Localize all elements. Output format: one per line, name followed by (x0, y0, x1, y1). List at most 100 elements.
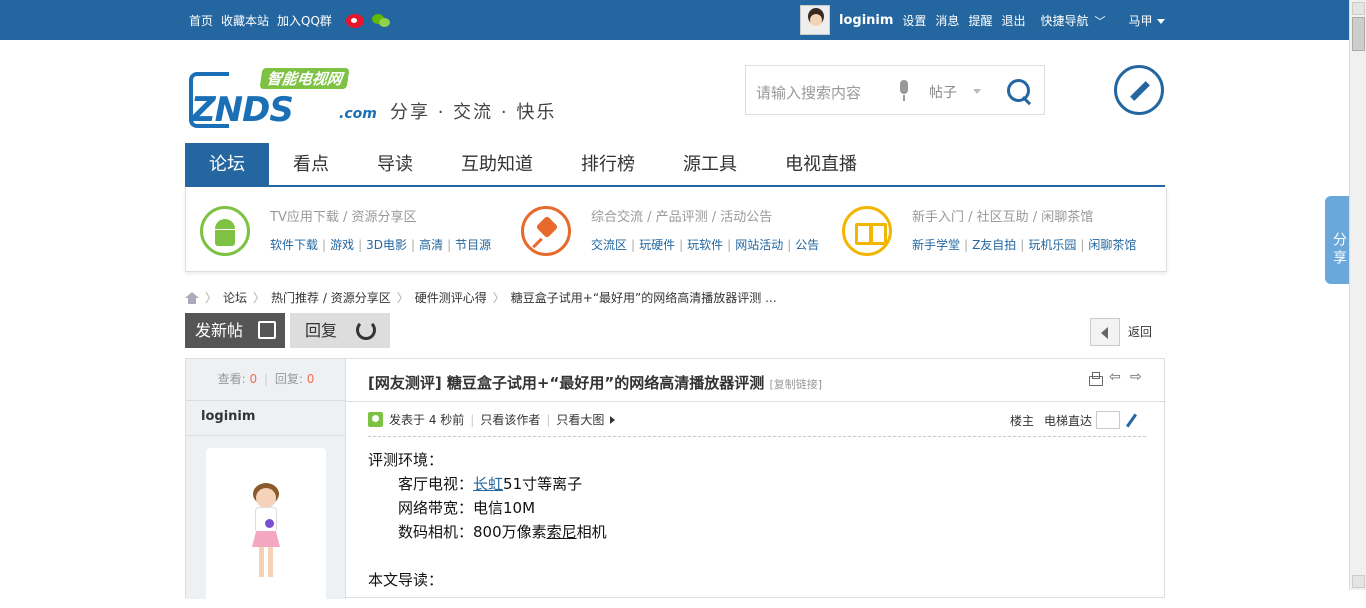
divider (346, 401, 1166, 402)
nav-qa[interactable]: 互助知道 (437, 143, 557, 187)
subnav-link[interactable]: 网站活动 (735, 238, 783, 252)
nav-guide[interactable]: 导读 (353, 143, 437, 187)
join-qq-link[interactable]: 加入QQ群 (277, 12, 332, 29)
only-author-link[interactable]: 只看该作者 (480, 411, 540, 428)
replies-label: 回复: (274, 372, 303, 386)
logo-com: .com (339, 106, 377, 122)
big-image-link[interactable]: 只看大图 (556, 411, 604, 428)
subnav-link[interactable]: 闲聊茶馆 (1088, 238, 1136, 252)
post-title: [网友测评] 糖豆盒子试用+“最好用”的网络高清播放器评测 [复制链接] (368, 372, 822, 393)
subnav-link[interactable]: 高清 (419, 238, 443, 252)
changhong-link[interactable]: 长虹 (473, 475, 503, 493)
caret-down-icon (973, 89, 981, 94)
post-container: 查看: 0 | 回复: 0 loginim [网友测评] 糖豆盒子试用+“最好用… (185, 358, 1166, 608)
vertical-scrollbar[interactable] (1349, 0, 1366, 590)
nav-ranking[interactable]: 排行榜 (557, 143, 659, 187)
subnav-link[interactable]: 游戏 (330, 238, 354, 252)
previous-thread-icon[interactable] (1109, 369, 1123, 386)
alt-account-menu[interactable]: 马甲 (1128, 12, 1165, 29)
compose-pen-icon[interactable] (1114, 65, 1164, 115)
weibo-icon[interactable] (345, 13, 364, 28)
subnav-link[interactable]: 软件下载 (270, 238, 318, 252)
logout-link[interactable]: 退出 (1001, 12, 1025, 29)
subnav-title[interactable]: TV应用下载 / 资源分享区 (270, 206, 416, 225)
jump-icon[interactable] (1124, 413, 1138, 427)
back-link[interactable]: 返回 (1128, 323, 1152, 340)
site-logo[interactable]: 智能电视网 ZNDS .com (189, 50, 389, 130)
settings-link[interactable]: 设置 (902, 12, 926, 29)
search-type-select[interactable]: 帖子 (929, 82, 957, 102)
search-input[interactable]: 请输入搜索内容 (756, 82, 861, 103)
next-thread-icon[interactable] (1130, 369, 1144, 386)
search-icon[interactable] (1005, 77, 1035, 107)
quick-nav-menu[interactable]: 快捷导航 ﹀ (1040, 12, 1105, 29)
chevron-down-icon: ﹀ (1094, 14, 1106, 28)
replies-count: 0 (306, 372, 315, 386)
breadcrumb-item[interactable]: 硬件测评心得 (415, 289, 487, 306)
scroll-down-button[interactable] (1352, 575, 1365, 588)
floor-jump-input[interactable] (1096, 411, 1121, 429)
messages-link[interactable]: 消息 (935, 12, 959, 29)
subnav-title[interactable]: 综合交流 / 产品评测 / 活动公告 (591, 206, 772, 225)
logo-tag: 智能电视网 (259, 68, 350, 89)
alt-account-label: 马甲 (1128, 13, 1153, 28)
sony-link[interactable]: 索尼 (547, 523, 577, 541)
divider (186, 435, 346, 436)
subnav-link[interactable]: 公告 (795, 238, 819, 252)
nav-highlights[interactable]: 看点 (269, 143, 353, 187)
new-post-button[interactable]: 发新帖 (185, 313, 285, 348)
avatar-figure (251, 483, 281, 593)
play-triangle-icon (610, 415, 616, 424)
sub-nav-panel: TV应用下载 / 资源分享区 软件下载 | 游戏 | 3D电影 | 高清 | 节目源 综合交流 … (185, 188, 1167, 272)
new-post-label: 发新帖 (195, 321, 244, 340)
book-icon[interactable] (842, 206, 892, 256)
search-box: 请输入搜索内容 帖子 (745, 65, 1045, 115)
home-icon[interactable] (185, 291, 199, 304)
wechat-icon[interactable] (371, 13, 390, 28)
subnav-link[interactable]: 交流区 (591, 238, 627, 252)
edit-icon (258, 321, 276, 339)
content-line-tv: 客厅电视：长虹51寸等离子 (398, 475, 583, 493)
back-arrow-icon[interactable] (1090, 318, 1120, 346)
chevron-right-icon: 〉 (205, 291, 218, 305)
subnav-link[interactable]: 玩硬件 (639, 238, 675, 252)
notifications-link[interactable]: 提醒 (968, 12, 992, 29)
site-slogan: 分享 · 交流 · 快乐 (390, 102, 557, 123)
share-tab[interactable]: 分享 (1325, 196, 1349, 284)
subnav-title[interactable]: 新手入门 / 社区互助 / 闲聊茶馆 (912, 206, 1093, 225)
logo-text: ZNDS (191, 90, 294, 130)
breadcrumb-item[interactable]: 论坛 (223, 289, 247, 306)
author-name[interactable]: loginim (201, 409, 255, 424)
microphone-icon[interactable] (898, 80, 910, 102)
author-avatar[interactable] (206, 448, 326, 608)
content-line: 网络带宽：电信10M (398, 499, 536, 517)
nav-live-tv[interactable]: 电视直播 (761, 143, 881, 187)
chevron-right-icon: 〉 (492, 291, 505, 305)
copy-link-button[interactable]: [复制链接] (769, 378, 822, 391)
subnav-links: 软件下载 | 游戏 | 3D电影 | 高清 | 节目源 (270, 238, 492, 252)
print-icon[interactable] (1088, 372, 1103, 386)
views-label: 查看: (217, 372, 246, 386)
author-sidebar: 查看: 0 | 回复: 0 loginim (186, 359, 346, 608)
post-meta: 发表于 4 秒前 | 只看该作者 | 只看大图 (368, 411, 616, 428)
scroll-thumb[interactable] (1352, 17, 1365, 51)
user-avatar[interactable] (800, 5, 830, 35)
post-content: 评测环境： 客厅电视：长虹51寸等离子 网络带宽：电信10M 数码相机：800万… (368, 448, 607, 592)
home-link[interactable]: 首页 (189, 12, 213, 29)
bookmark-link[interactable]: 收藏本站 (221, 12, 269, 29)
android-icon[interactable] (200, 206, 250, 256)
scroll-up-button[interactable] (1352, 2, 1365, 15)
subnav-link[interactable]: Z友自拍 (972, 238, 1016, 252)
breadcrumb-item[interactable]: 热门推荐 / 资源分享区 (271, 289, 391, 306)
subnav-link[interactable]: 节目源 (455, 238, 491, 252)
username-link[interactable]: loginim (839, 13, 893, 28)
subnav-link[interactable]: 3D电影 (366, 238, 407, 252)
post-time: 发表于 4 秒前 (389, 413, 465, 427)
nav-tools[interactable]: 源工具 (659, 143, 761, 187)
nav-forum[interactable]: 论坛 (185, 143, 269, 187)
reply-button[interactable]: 回复 (290, 313, 390, 348)
pin-icon[interactable] (521, 206, 571, 256)
subnav-link[interactable]: 玩机乐园 (1028, 238, 1076, 252)
subnav-link[interactable]: 新手学堂 (912, 238, 960, 252)
subnav-link[interactable]: 玩软件 (687, 238, 723, 252)
